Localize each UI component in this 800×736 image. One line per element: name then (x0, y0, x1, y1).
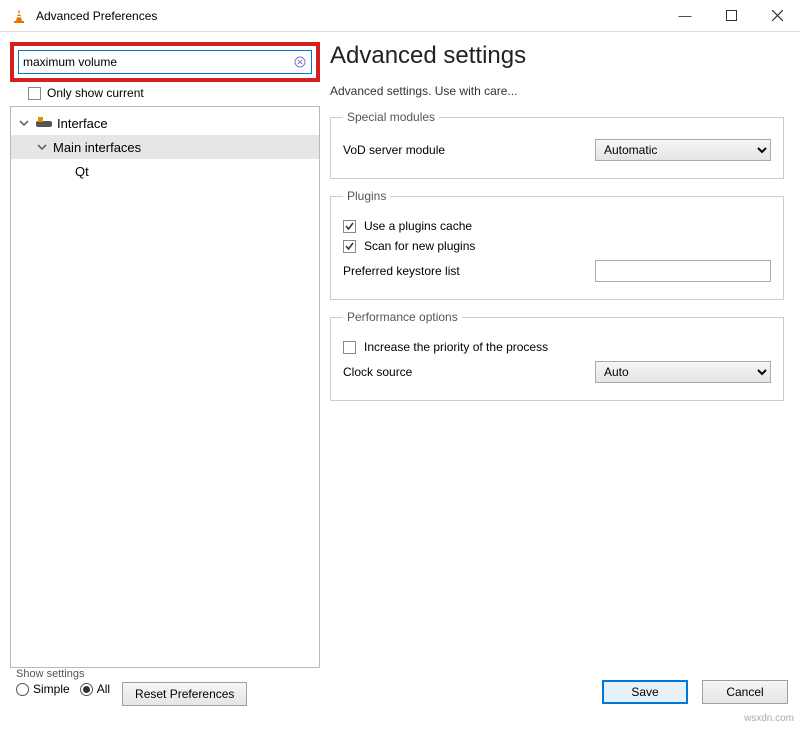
increase-priority-row[interactable]: Increase the priority of the process (343, 340, 771, 354)
close-icon (772, 10, 783, 21)
settings-tree[interactable]: Interface Main interfaces Qt (10, 106, 320, 668)
radio-icon (16, 683, 29, 696)
group-legend: Performance options (343, 310, 462, 324)
clear-search-icon[interactable] (293, 55, 307, 69)
group-legend: Plugins (343, 189, 390, 203)
increase-priority-label: Increase the priority of the process (364, 340, 548, 354)
only-show-current-label: Only show current (47, 86, 144, 100)
watermark: wsxdn.com (744, 713, 794, 724)
close-button[interactable] (754, 0, 800, 32)
tree-label: Interface (57, 116, 108, 131)
radio-simple-label: Simple (33, 682, 70, 696)
minimize-button[interactable]: — (662, 0, 708, 32)
vlc-cone-icon (10, 7, 28, 25)
group-legend: Special modules (343, 110, 439, 124)
clock-source-label: Clock source (343, 365, 553, 379)
footer: Show settings Simple All Reset Preferenc… (0, 668, 800, 726)
scan-new-plugins-row[interactable]: Scan for new plugins (343, 239, 771, 253)
vod-server-module-label: VoD server module (343, 143, 553, 157)
tree-item-interface[interactable]: Interface (11, 111, 319, 135)
keystore-input[interactable] (595, 260, 771, 282)
radio-all[interactable]: All (80, 682, 110, 696)
window-title: Advanced Preferences (36, 9, 157, 23)
right-pane: Advanced settings Advanced settings. Use… (330, 42, 790, 668)
tree-label: Main interfaces (53, 140, 141, 155)
chevron-down-icon[interactable] (35, 140, 49, 154)
use-plugins-cache-row[interactable]: Use a plugins cache (343, 219, 771, 233)
special-modules-group: Special modules VoD server module Automa… (330, 110, 784, 179)
only-show-current-checkbox[interactable] (28, 87, 41, 100)
show-settings-legend: Show settings (16, 668, 110, 680)
chevron-down-icon[interactable] (17, 116, 31, 130)
tree-label: Qt (75, 164, 89, 179)
radio-all-label: All (97, 682, 110, 696)
content-area: Only show current Interface Main interfa… (0, 32, 800, 668)
page-subtitle: Advanced settings. Use with care... (330, 84, 784, 98)
save-button[interactable]: Save (602, 680, 688, 704)
tree-item-main-interfaces[interactable]: Main interfaces (11, 135, 319, 159)
reset-preferences-button[interactable]: Reset Preferences (122, 682, 247, 706)
scan-new-plugins-label: Scan for new plugins (364, 239, 475, 253)
titlebar: Advanced Preferences — (0, 0, 800, 32)
tree-item-qt[interactable]: Qt (11, 159, 319, 183)
search-input[interactable] (23, 55, 293, 69)
left-pane: Only show current Interface Main interfa… (10, 42, 320, 668)
scan-new-plugins-checkbox[interactable] (343, 240, 356, 253)
increase-priority-checkbox[interactable] (343, 341, 356, 354)
use-plugins-cache-label: Use a plugins cache (364, 219, 472, 233)
cancel-button[interactable]: Cancel (702, 680, 788, 704)
radio-simple[interactable]: Simple (16, 682, 70, 696)
vod-server-module-select[interactable]: Automatic (595, 139, 771, 161)
show-settings-group: Show settings Simple All (16, 668, 110, 696)
maximize-button[interactable] (708, 0, 754, 32)
clock-source-select[interactable]: Auto (595, 361, 771, 383)
keystore-label: Preferred keystore list (343, 264, 553, 278)
maximize-icon (726, 10, 737, 21)
use-plugins-cache-checkbox[interactable] (343, 220, 356, 233)
interface-icon (35, 114, 53, 132)
radio-icon (80, 683, 93, 696)
page-title: Advanced settings (330, 42, 784, 70)
search-box[interactable] (18, 50, 312, 74)
only-show-current-row[interactable]: Only show current (28, 86, 320, 100)
plugins-group: Plugins Use a plugins cache Scan for new… (330, 189, 784, 300)
performance-group: Performance options Increase the priorit… (330, 310, 784, 401)
search-highlight-box (10, 42, 320, 82)
